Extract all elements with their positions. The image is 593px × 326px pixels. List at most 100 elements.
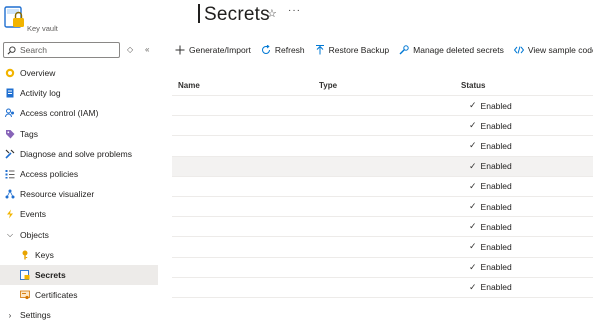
cell-status: ✓ Enabled: [455, 217, 593, 236]
status-text: Enabled: [480, 221, 512, 232]
sidebar-item-access-policies[interactable]: Access policies: [0, 164, 158, 184]
star-outline-icon[interactable]: ☆: [267, 7, 277, 20]
table-row[interactable]: ✓ Enabled: [172, 156, 593, 177]
manage-deleted-secrets-button[interactable]: Manage deleted secrets: [399, 45, 504, 55]
status-text: Enabled: [480, 140, 512, 151]
command-bar: Generate/Import Refresh Restore Backup M…: [175, 42, 593, 58]
cell-name[interactable]: [172, 177, 314, 196]
wrench-icon: [5, 149, 15, 159]
generate-import-button[interactable]: Generate/Import: [175, 45, 251, 55]
cell-type: [314, 96, 455, 115]
manage-deleted-label: Manage deleted secrets: [413, 45, 504, 55]
list-icon: [5, 169, 15, 179]
status-text: Enabled: [480, 100, 512, 111]
settings-diamond-icon[interactable]: ◇: [127, 45, 133, 54]
tag-icon: [5, 129, 15, 139]
status-text: Enabled: [480, 282, 512, 293]
cell-name[interactable]: [172, 116, 314, 135]
table-row[interactable]: ✓ Enabled: [172, 278, 593, 298]
cell-status: ✓ Enabled: [455, 197, 593, 216]
cell-name[interactable]: [172, 136, 314, 155]
sidebar-item-tags[interactable]: Tags: [0, 124, 158, 144]
sidebar-nav: Overview Activity log Access control (IA…: [0, 63, 158, 325]
table-row[interactable]: ✓ Enabled: [172, 237, 593, 258]
sidebar-item-secrets[interactable]: Secrets: [0, 264, 158, 286]
sidebar-item-settings[interactable]: › Settings: [0, 305, 158, 325]
column-header-status[interactable]: Status: [455, 81, 593, 90]
activity-log-icon: [5, 88, 15, 98]
checkmark-icon: ✓: [469, 201, 477, 212]
cell-name[interactable]: [172, 237, 314, 256]
generate-import-label: Generate/Import: [189, 45, 251, 55]
cell-name[interactable]: [172, 197, 314, 216]
chevron-down-icon: ⌵: [6, 229, 14, 239]
sidebar-item-objects[interactable]: ⌵ Objects: [0, 225, 158, 245]
table-row[interactable]: ✓ Enabled: [172, 96, 593, 117]
checkmark-icon: ✓: [469, 221, 477, 232]
cell-name[interactable]: [172, 96, 314, 115]
refresh-button[interactable]: Refresh: [261, 45, 305, 55]
checkmark-icon: ✓: [469, 140, 477, 151]
code-icon: [513, 45, 524, 55]
sidebar-item-label: Events: [20, 209, 46, 220]
sidebar-item-label: Secrets: [35, 269, 66, 280]
key-icon: [20, 250, 30, 260]
cell-status: ✓ Enabled: [455, 96, 593, 115]
cell-name[interactable]: [172, 217, 314, 236]
cell-type: [314, 136, 455, 155]
checkmark-icon: ✓: [469, 160, 477, 171]
restore-backup-button[interactable]: Restore Backup: [315, 45, 389, 55]
sidebar-item-label: Settings: [20, 310, 51, 321]
sidebar-item-label: Access policies: [20, 169, 79, 180]
checkmark-icon: ✓: [469, 120, 477, 131]
sidebar-item-certificates[interactable]: Certificates: [0, 285, 158, 305]
sidebar-item-label: Certificates: [35, 290, 78, 301]
status-text: Enabled: [480, 262, 512, 273]
plus-icon: [175, 45, 185, 55]
cell-type: [314, 278, 455, 297]
checkmark-icon: ✓: [469, 281, 477, 292]
table-row[interactable]: ✓ Enabled: [172, 116, 593, 137]
search-icon: [7, 45, 16, 54]
status-text: Enabled: [480, 161, 512, 172]
status-text: Enabled: [480, 241, 512, 252]
cell-name[interactable]: [172, 258, 314, 277]
sidebar-item-overview[interactable]: Overview: [0, 63, 158, 83]
sidebar-item-access-control[interactable]: Access control (IAM): [0, 103, 158, 123]
table-row[interactable]: ✓ Enabled: [172, 217, 593, 238]
view-sample-code-label: View sample code: [527, 45, 593, 55]
view-sample-code-button[interactable]: View sample code: [513, 45, 593, 55]
ellipsis-icon[interactable]: ···: [288, 5, 301, 16]
certificate-icon: [20, 290, 30, 300]
secrets-table: Name Type Status ✓ Enabled ✓ Enabled ✓ Enable…: [172, 76, 593, 298]
sidebar-item-activity-log[interactable]: Activity log: [0, 83, 158, 103]
upload-icon: [315, 45, 325, 55]
column-header-name[interactable]: Name: [172, 81, 314, 90]
collapse-sidebar-icon[interactable]: «: [145, 45, 149, 54]
table-row[interactable]: ✓ Enabled: [172, 177, 593, 197]
sidebar-item-diagnose[interactable]: Diagnose and solve problems: [0, 144, 158, 164]
search-input[interactable]: [20, 45, 115, 55]
checkmark-icon: ✓: [469, 241, 477, 252]
table-row[interactable]: ✓ Enabled: [172, 197, 593, 218]
overview-icon: [5, 68, 15, 78]
resource-type-label: Key vault: [27, 24, 58, 33]
cell-type: [314, 197, 455, 216]
secret-icon: [20, 270, 30, 280]
sidebar-item-resource-visualizer[interactable]: Resource visualizer: [0, 184, 158, 204]
cell-name[interactable]: [172, 278, 314, 297]
cell-status: ✓ Enabled: [455, 237, 593, 256]
page-title: Secrets: [198, 4, 270, 26]
cell-name[interactable]: [172, 157, 314, 176]
sidebar-item-events[interactable]: Events: [0, 204, 158, 224]
cell-type: [314, 217, 455, 236]
checkmark-icon: ✓: [469, 180, 477, 191]
sidebar-search[interactable]: [3, 42, 120, 58]
table-header: Name Type Status: [172, 76, 593, 96]
column-header-type[interactable]: Type: [314, 81, 455, 90]
table-row[interactable]: ✓ Enabled: [172, 258, 593, 278]
table-row[interactable]: ✓ Enabled: [172, 136, 593, 157]
sidebar-item-keys[interactable]: Keys: [0, 245, 158, 265]
network-icon: [5, 189, 15, 199]
sidebar-item-label: Overview: [20, 68, 56, 79]
